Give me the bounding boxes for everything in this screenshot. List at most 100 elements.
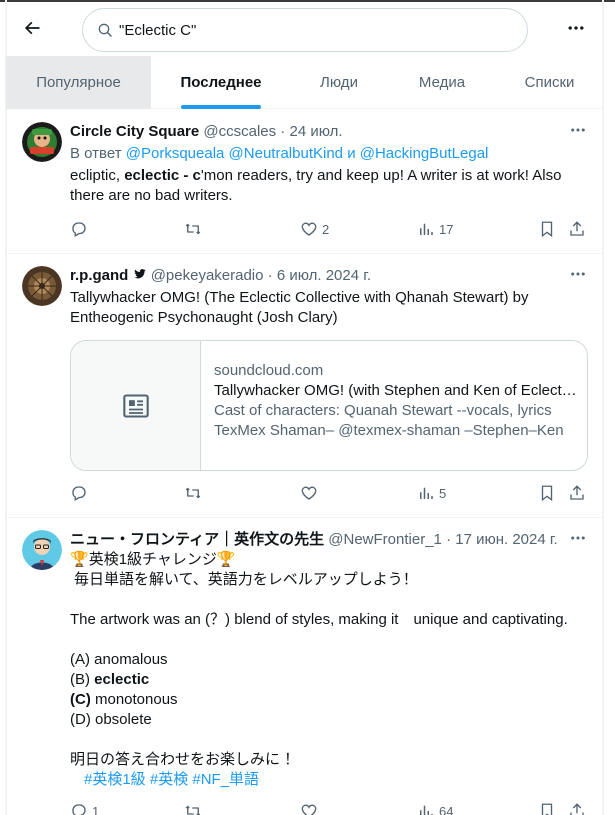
- views-button[interactable]: 5: [417, 484, 446, 502]
- trophy-icon: 🏆: [216, 551, 236, 568]
- author-handle[interactable]: @NewFrontier_1: [328, 531, 442, 548]
- tab-latest-label: Последнее: [180, 74, 262, 91]
- card-thumbnail: [71, 341, 201, 470]
- hashtag-links[interactable]: #英検1級 #英検 #NF_単語: [70, 770, 588, 790]
- retweet-button[interactable]: [184, 220, 202, 238]
- more-icon: [571, 536, 585, 540]
- bookmark-icon: [541, 221, 553, 238]
- quiz-option: (B) eclectic: [70, 670, 588, 690]
- reply-button[interactable]: [70, 220, 88, 238]
- share-button[interactable]: [568, 484, 586, 502]
- quiz-option: (A) anomalous: [70, 651, 168, 668]
- view-count: 17: [439, 221, 454, 237]
- card-domain: soundcloud.com: [214, 362, 324, 379]
- like-icon: [301, 486, 317, 500]
- reply-button[interactable]: 1: [70, 802, 99, 815]
- bookmark-button[interactable]: [538, 802, 556, 815]
- tweet-line: 毎日単語を解いて、英語力をレベルアップしよう！: [74, 571, 418, 588]
- avatar[interactable]: [22, 266, 62, 306]
- tab-popular[interactable]: Популярное: [6, 56, 151, 109]
- tweet-more-button[interactable]: [568, 264, 588, 284]
- quiz-option: (C) monotonous: [70, 690, 588, 710]
- search-icon: [98, 23, 112, 37]
- like-button[interactable]: [300, 484, 318, 502]
- views-button[interactable]: 17: [417, 220, 453, 238]
- like-count: 2: [322, 221, 330, 237]
- tweet-date[interactable]: · 6 июл. 2024 г.: [268, 267, 371, 284]
- reply-count: 1: [92, 803, 100, 815]
- bookmark-button[interactable]: [538, 484, 556, 502]
- retweet-button[interactable]: [184, 802, 202, 815]
- option-text: monotonous: [90, 691, 178, 708]
- reply-button[interactable]: [70, 484, 88, 502]
- tweet-date[interactable]: · 24 июл.: [280, 123, 342, 140]
- share-button[interactable]: [568, 802, 586, 815]
- view-count: 5: [439, 485, 447, 501]
- bookmark-button[interactable]: [538, 220, 556, 238]
- highlighted-term: eclectic: [94, 671, 150, 688]
- highlighted-term: eclectic - c: [124, 167, 201, 184]
- reply-and: и: [347, 145, 356, 162]
- reply-icon: [72, 222, 86, 237]
- share-icon: [570, 221, 584, 236]
- tweet-header: Circle City Square @ccscales · 24 июл.: [70, 122, 588, 142]
- search-box[interactable]: [82, 8, 528, 52]
- author-handle[interactable]: @pekeyakeradio: [151, 267, 264, 284]
- share-button[interactable]: [568, 220, 586, 238]
- tweet-text: Tallywhacker OMG! (The Eclectic Collecti…: [70, 289, 529, 326]
- more-icon: [571, 272, 585, 276]
- link-card[interactable]: soundcloud.com Tallywhacker OMG! (with S…: [70, 340, 588, 471]
- mention-link[interactable]: @HackingButLegal: [360, 145, 489, 162]
- article-icon: [122, 393, 149, 418]
- tweet-line: 🏆英検1級チャレンジ🏆: [70, 550, 588, 570]
- tweet-text-part: ecliptic,: [70, 167, 125, 184]
- retweet-icon: [185, 805, 201, 815]
- tab-media[interactable]: Медиа: [387, 56, 497, 109]
- tweet[interactable]: ニュー・フロンティア｜英作文の先生 @NewFrontier_1 · 17 ию…: [6, 518, 602, 815]
- active-tab-indicator: [181, 105, 261, 109]
- option-prefix: (B): [70, 671, 95, 688]
- tweet-line-text: 英検1級チャレンジ: [88, 551, 217, 568]
- retweet-icon: [185, 487, 201, 499]
- author-handle[interactable]: @ccscales: [203, 123, 276, 140]
- back-button[interactable]: [18, 14, 46, 42]
- tweet-closing: 明日の答え合わせをお楽しみに ！: [70, 751, 300, 768]
- views-button[interactable]: 64: [417, 802, 453, 815]
- author-name[interactable]: r.p.gand: [70, 267, 128, 284]
- card-description: TexMex Shaman– @texmex-shaman –Stephen–K…: [214, 422, 564, 439]
- retweet-icon: [185, 223, 201, 235]
- reply-icon: [72, 486, 86, 501]
- mention-link[interactable]: @NeutralbutKind: [229, 145, 343, 162]
- search-tabs: Популярное Последнее Люди Медиа Списки: [6, 56, 602, 109]
- tweet-more-button[interactable]: [568, 120, 588, 140]
- tweet-actions: 1 64: [70, 802, 592, 815]
- tweet-date[interactable]: · 17 июн. 2024 г.: [446, 531, 558, 548]
- like-button[interactable]: [300, 802, 318, 815]
- avatar[interactable]: [22, 122, 62, 162]
- author-name[interactable]: Circle City Square: [70, 123, 199, 140]
- bird-icon: [133, 269, 146, 279]
- more-options-button[interactable]: [562, 14, 590, 42]
- tweet[interactable]: Circle City Square @ccscales · 24 июл. В…: [6, 110, 602, 254]
- reply-context: В ответ @Porksqueala @NeutralbutKind и @…: [70, 144, 588, 164]
- tab-lists[interactable]: Списки: [497, 56, 602, 109]
- card-title: Tallywhacker OMG! (with Stephen and Ken …: [214, 382, 578, 399]
- mention-link[interactable]: @Porksqueala: [126, 145, 225, 162]
- views-icon: [420, 223, 433, 235]
- reply-icon: [72, 804, 86, 815]
- like-button[interactable]: 2: [300, 220, 329, 238]
- tweet-text: ecliptic, eclectic - c'mon readers, try …: [70, 166, 588, 206]
- tweet-more-button[interactable]: [568, 528, 588, 548]
- tab-people[interactable]: Люди: [291, 56, 387, 109]
- tweet[interactable]: r.p.gand @pekeyakeradio · 6 июл. 2024 г.…: [6, 254, 602, 518]
- author-name[interactable]: ニュー・フロンティア｜英作文の先生: [70, 531, 324, 548]
- search-input[interactable]: [119, 21, 499, 39]
- tab-latest[interactable]: Последнее: [151, 56, 291, 109]
- avatar[interactable]: [22, 530, 62, 570]
- quiz-option: (D) obsolete: [70, 711, 152, 728]
- arrow-left-icon: [24, 21, 40, 35]
- retweet-button[interactable]: [184, 484, 202, 502]
- view-count: 64: [439, 803, 454, 815]
- reply-prefix: В ответ: [70, 145, 122, 162]
- card-body: soundcloud.com Tallywhacker OMG! (with S…: [214, 361, 578, 441]
